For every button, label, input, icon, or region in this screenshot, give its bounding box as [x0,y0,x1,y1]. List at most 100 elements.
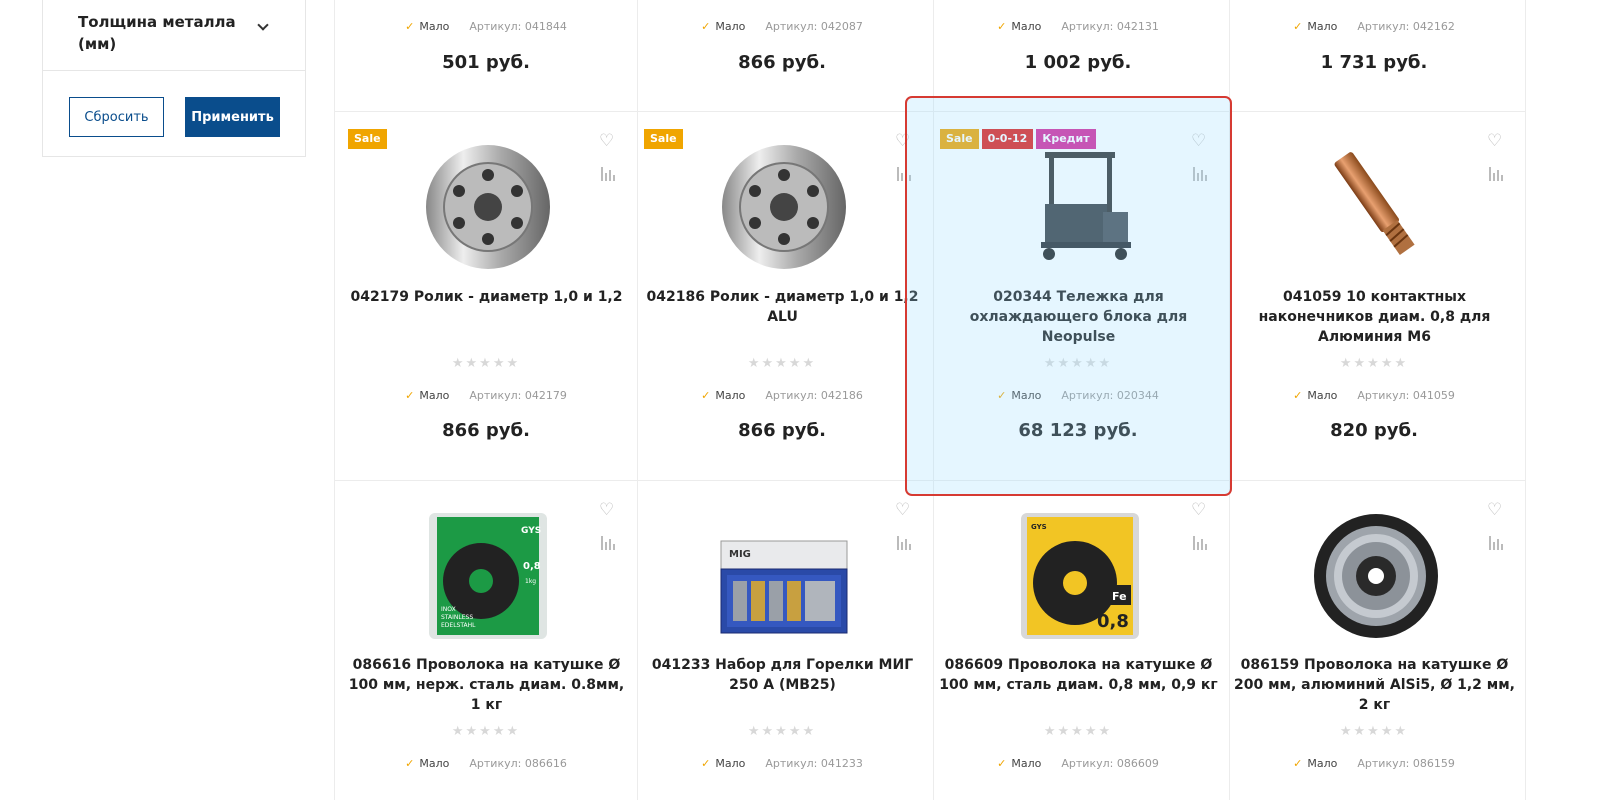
apply-button[interactable]: Применить [185,97,280,137]
product-meta: Мало Артикул: 086609 [927,757,1229,770]
rating-stars: ★★★★★ [1043,356,1113,371]
product-card[interactable]: ♡ GYS Fe 0,8 086609 Проволока на катушке… [927,481,1230,800]
product-card[interactable]: Sale ♡ 042186 Ролик - диаметр 1,0 и 1,2 … [631,112,934,481]
product-meta: Мало Артикул: 042162 [1223,20,1525,33]
product-name[interactable]: 041059 10 контактных наконечников диам. … [1231,287,1518,347]
product-name[interactable]: 020344 Тележка для охлаждающего блока дл… [935,287,1222,347]
product-card[interactable]: Мало Артикул: 042087 866 руб. [631,0,934,112]
product-price: 820 руб. [1330,420,1418,441]
heart-icon[interactable]: ♡ [895,133,911,150]
product-price: 501 руб. [442,52,530,73]
svg-text:EDELSTAHL: EDELSTAHL [441,622,476,629]
product-name[interactable]: 042186 Ролик - диаметр 1,0 и 1,2 ALU [639,287,926,327]
article-number: Артикул: 041233 [765,757,863,770]
compare-icon[interactable] [1489,167,1503,181]
compare-icon[interactable] [601,167,615,181]
heart-icon[interactable]: ♡ [1191,502,1207,519]
compare-icon[interactable] [897,536,911,550]
product-image-torch-kit[interactable]: MIG [719,511,849,641]
compare-icon[interactable] [1489,536,1503,550]
rating-stars: ★★★★★ [451,724,521,739]
chevron-down-icon[interactable] [257,19,269,31]
product-card[interactable]: ♡ 041059 10 контактных наконечников диам… [1223,112,1526,481]
heart-icon[interactable]: ♡ [895,502,911,519]
article-number: Артикул: 042131 [1061,20,1159,33]
sale-badge: Sale [644,129,683,149]
svg-text:1kg: 1kg [525,578,536,585]
product-meta: Мало Артикул: 041233 [631,757,933,770]
rating-stars: ★★★★★ [1043,724,1113,739]
svg-text:Fe: Fe [1112,590,1127,603]
rating-stars: ★★★★★ [451,356,521,371]
product-card[interactable]: ♡ 086159 Проволока на катушке Ø 200 мм, … [1223,481,1526,800]
product-price: 866 руб. [738,420,826,441]
sale-badge: Sale [348,129,387,149]
product-image-wire-spool[interactable]: GYS 0,8 1kg INOX STAINLESS EDELSTAHL [423,511,553,641]
svg-text:STAINLESS: STAINLESS [441,614,473,621]
svg-text:MIG: MIG [729,549,751,560]
product-image-roller[interactable] [719,142,849,272]
product-price: 1 002 руб. [1024,52,1132,73]
stock-status: Мало [997,20,1041,33]
badge-group: Sale [348,129,387,149]
article-number: Артикул: 086159 [1357,757,1455,770]
stock-status: Мало [701,757,745,770]
heart-icon[interactable]: ♡ [599,133,615,150]
compare-icon[interactable] [601,536,615,550]
product-price: 68 123 руб. [1018,420,1138,441]
compare-icon[interactable] [1193,167,1207,181]
svg-text:INOX: INOX [441,606,456,613]
stock-status: Мало [701,389,745,402]
stock-status: Мало [405,389,449,402]
product-price: 1 731 руб. [1320,52,1428,73]
stock-status: Мало [405,757,449,770]
filter-metal-thickness[interactable]: Толщина металла (мм) [43,0,305,71]
product-card[interactable]: ♡ GYS 0,8 1kg INOX STAINLESS EDELSTAHL 0… [335,481,638,800]
svg-text:0,8: 0,8 [523,561,541,572]
product-image-contact-tip[interactable] [1311,142,1441,272]
heart-icon[interactable]: ♡ [1487,502,1503,519]
rating-stars: ★★★★★ [1339,724,1409,739]
product-name[interactable]: 086159 Проволока на катушке Ø 200 мм, ал… [1231,655,1518,715]
product-card[interactable]: Мало Артикул: 042131 1 002 руб. [927,0,1230,112]
product-meta: Мало Артикул: 086159 [1223,757,1525,770]
product-name[interactable]: 041233 Набор для Горелки МИГ 250 А (MB25… [639,655,926,695]
product-image-cart[interactable] [1015,142,1145,272]
article-number: Артикул: 042087 [765,20,863,33]
product-image-wire-spool[interactable] [1311,511,1441,641]
article-number: Артикул: 042162 [1357,20,1455,33]
stock-status: Мало [1293,757,1337,770]
product-meta: Мало Артикул: 042087 [631,20,933,33]
product-name[interactable]: 086616 Проволока на катушке Ø 100 мм, не… [343,655,630,715]
article-number: Артикул: 041059 [1357,389,1455,402]
product-grid: Мало Артикул: 041844 501 руб. Мало Артикул… [334,0,1545,800]
product-card[interactable]: ♡ MIG 041233 Набор для Горелки МИГ 250 А… [631,481,934,800]
heart-icon[interactable]: ♡ [1191,133,1207,150]
heart-icon[interactable]: ♡ [1487,133,1503,150]
product-name[interactable]: 042179 Ролик - диаметр 1,0 и 1,2 [343,287,630,307]
product-price: 866 руб. [738,52,826,73]
product-name[interactable]: 086609 Проволока на катушке Ø 100 мм, ст… [935,655,1222,695]
article-number: Артикул: 041844 [469,20,567,33]
sale-badge: Sale [940,129,979,149]
heart-icon[interactable]: ♡ [599,502,615,519]
product-card[interactable]: Sale 0-0-12 Кредит ♡ 020344 Тележка для … [927,112,1230,481]
rating-stars: ★★★★★ [747,724,817,739]
product-image-roller[interactable] [423,142,553,272]
product-meta: Мало Артикул: 042186 [631,389,933,402]
product-meta: Мало Артикул: 042131 [927,20,1229,33]
product-image-wire-spool[interactable]: GYS Fe 0,8 [1015,511,1145,641]
compare-icon[interactable] [897,167,911,181]
product-card[interactable]: Мало Артикул: 042162 1 731 руб. [1223,0,1526,112]
product-card[interactable]: Мало Артикул: 041844 501 руб. [335,0,638,112]
product-meta: Мало Артикул: 020344 [927,389,1229,402]
svg-text:0,8: 0,8 [1097,611,1129,632]
article-number: Артикул: 042179 [469,389,567,402]
compare-icon[interactable] [1193,536,1207,550]
product-card[interactable]: Sale ♡ 042179 Ролик - диаметр 1,0 и 1,2 … [335,112,638,481]
product-meta: Мало Артикул: 041059 [1223,389,1525,402]
product-meta: Мало Артикул: 086616 [335,757,637,770]
filter-panel: Толщина металла (мм) Сбросить Применить [42,0,306,157]
svg-text:GYS: GYS [1031,523,1047,531]
reset-button[interactable]: Сбросить [69,97,164,137]
